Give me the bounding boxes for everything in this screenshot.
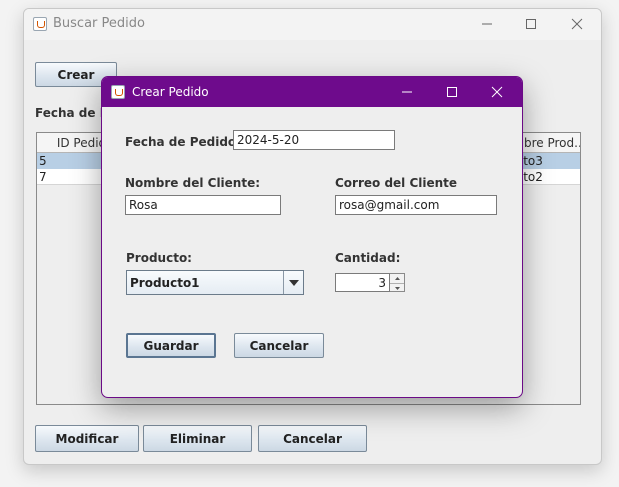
minimize-icon[interactable] bbox=[475, 13, 499, 35]
cantidad-spinner-field[interactable]: 3 bbox=[335, 273, 390, 292]
fecha-pedido-label: Fecha de Pedido: bbox=[125, 135, 241, 149]
correo-cliente-field[interactable]: rosa@gmail.com bbox=[335, 195, 497, 215]
producto-selected-value: Producto1 bbox=[130, 275, 200, 290]
main-title-bar: Buscar Pedido bbox=[24, 9, 601, 40]
column-header-producto[interactable]: bre Prod... bbox=[520, 133, 580, 153]
cantidad-spinner-buttons bbox=[390, 273, 405, 292]
close-icon[interactable] bbox=[485, 81, 509, 103]
spinner-up-icon[interactable] bbox=[390, 274, 404, 284]
maximize-icon[interactable] bbox=[440, 81, 464, 103]
guardar-button[interactable]: Guardar bbox=[126, 333, 216, 358]
dialog-title-bar: Crear Pedido bbox=[102, 77, 522, 107]
dropdown-arrow-icon[interactable] bbox=[283, 271, 303, 294]
main-cancelar-button[interactable]: Cancelar bbox=[258, 425, 367, 452]
java-app-icon bbox=[111, 85, 125, 99]
minimize-icon[interactable] bbox=[395, 81, 419, 103]
cell-id: 5 bbox=[39, 154, 47, 168]
close-icon[interactable] bbox=[565, 13, 589, 35]
modificar-button[interactable]: Modificar bbox=[35, 425, 139, 452]
crear-pedido-dialog: Crear Pedido Fecha de Pedido: 2024-5-20 … bbox=[101, 76, 523, 398]
producto-combobox[interactable]: Producto1 bbox=[126, 270, 304, 295]
nombre-cliente-field[interactable]: Rosa bbox=[125, 195, 281, 215]
java-app-icon bbox=[33, 17, 47, 31]
dialog-title: Crear Pedido bbox=[132, 85, 209, 99]
cantidad-label: Cantidad: bbox=[335, 251, 401, 265]
spinner-down-icon[interactable] bbox=[390, 284, 404, 292]
producto-label: Producto: bbox=[126, 251, 192, 265]
cell-id: 7 bbox=[39, 169, 47, 184]
maximize-icon[interactable] bbox=[519, 13, 543, 35]
nombre-cliente-label: Nombre del Cliente: bbox=[125, 176, 261, 190]
dialog-cancelar-button[interactable]: Cancelar bbox=[234, 333, 324, 358]
correo-cliente-label: Correo del Cliente bbox=[335, 176, 458, 190]
main-window-title: Buscar Pedido bbox=[53, 16, 145, 31]
fecha-pedido-field[interactable]: 2024-5-20 bbox=[233, 130, 395, 150]
eliminar-button[interactable]: Eliminar bbox=[143, 425, 252, 452]
